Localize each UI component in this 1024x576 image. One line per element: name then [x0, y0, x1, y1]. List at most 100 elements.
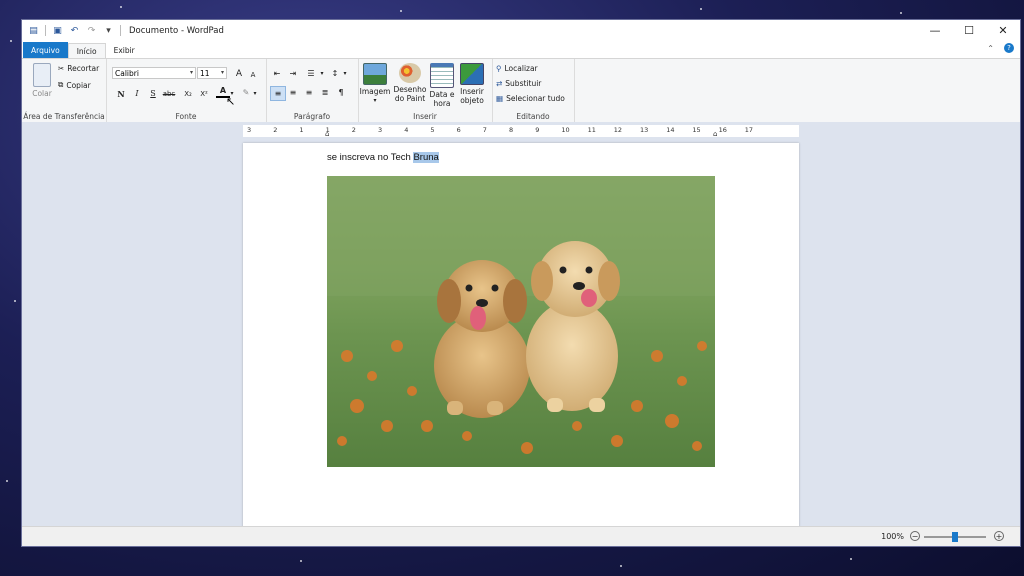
redo-icon[interactable]: ↷ [86, 25, 97, 36]
decrease-indent-icon[interactable]: ⇤ [270, 67, 284, 80]
wordpad-window: ▤ ▣ ↶ ↷ ▾ Documento - WordPad — ☐ ✕ Arqu… [22, 20, 1020, 546]
ruler-tick-label: 1 [325, 126, 330, 134]
bullet-list-icon[interactable]: ☰ [304, 67, 318, 80]
underline-button[interactable]: S [146, 87, 160, 100]
cut-button[interactable]: ✂ Recortar [58, 64, 99, 73]
ruler-tick-label: 6 [456, 126, 461, 134]
insert-group-label: Inserir [413, 112, 437, 121]
document-text: se inscreva no Tech [327, 152, 414, 163]
insert-object-label: Inserir objeto [460, 87, 484, 105]
image-icon [363, 63, 387, 85]
replace-button[interactable]: ⇄ Substituir [496, 79, 541, 88]
align-right-icon[interactable]: ≡ [302, 86, 316, 99]
select-all-button[interactable]: ▦ Selecionar tudo [496, 94, 565, 103]
ruler-tick-label: 11 [587, 126, 596, 134]
font-family-select[interactable]: Calibri ▾ [112, 67, 196, 79]
chevron-down-icon: ▾ [189, 69, 193, 76]
zoom-in-button[interactable]: + [994, 531, 1004, 541]
find-button[interactable]: ⚲ Localizar [496, 64, 538, 73]
editing-group: ⚲ Localizar ⇄ Substituir ▦ Selecionar tudo … [492, 59, 575, 123]
help-icon[interactable]: ? [1004, 43, 1014, 53]
ruler[interactable]: ⌂ ⌂ 3 2 1 1 2 3 4 5 6 7 8 9 10 11 12 13 14 15 16 17 [243, 125, 799, 138]
close-button[interactable]: ✕ [986, 20, 1020, 41]
font-group: Calibri ▾ 11 ▾ A A N I S abc X₂ X² A ▾ ✎ ▾… [106, 59, 267, 123]
ruler-tick-label: 16 [718, 126, 727, 134]
copy-button[interactable]: ⧉ Copiar [58, 80, 91, 90]
divider [120, 25, 121, 36]
bold-button[interactable]: N [114, 87, 128, 100]
paste-label: Colar [32, 89, 52, 98]
tab-file[interactable]: Arquivo [23, 42, 68, 58]
superscript-button[interactable]: X² [197, 87, 211, 100]
highlight-dropdown[interactable]: ▾ [251, 87, 259, 100]
font-group-label: Fonte [175, 112, 197, 121]
ruler-tick-label: 1 [299, 126, 304, 134]
editing-group-label: Editando [516, 112, 550, 121]
paragraph-settings-icon[interactable]: ¶ [334, 86, 348, 99]
insert-object-button[interactable]: Inserir objeto [456, 63, 488, 105]
wordpad-app-icon[interactable]: ▤ [28, 25, 39, 36]
bullet-list-dropdown[interactable]: ▾ [318, 67, 326, 80]
zoom-slider-thumb[interactable] [952, 532, 958, 542]
ruler-tick-label: 2 [273, 126, 278, 134]
ruler-tick-label: 15 [692, 126, 701, 134]
strikethrough-button[interactable]: abc [162, 87, 176, 100]
inserted-image-puppies[interactable] [327, 176, 715, 467]
ruler-tick-label: 8 [509, 126, 514, 134]
insert-image-button[interactable]: Imagem ▾ [360, 63, 390, 105]
increase-indent-icon[interactable]: ⇥ [286, 67, 300, 80]
italic-button[interactable]: I [130, 87, 144, 100]
select-all-label: Selecionar tudo [506, 94, 565, 103]
selected-text: Bruna [413, 152, 439, 163]
insert-image-label: Imagem [359, 87, 391, 96]
justify-icon[interactable]: ≣ [318, 86, 332, 99]
document-page[interactable]: se inscreva no Tech Bruna [243, 143, 799, 533]
clipboard-group: Colar ✂ Recortar ⧉ Copiar Área de Transfer… [22, 59, 107, 123]
ruler-tick-label: 9 [535, 126, 540, 134]
puppies-photo-drawing [327, 176, 715, 454]
paint-drawing-button[interactable]: Desenho do Paint [392, 63, 428, 103]
binoculars-icon: ⚲ [496, 64, 502, 73]
chevron-down-icon: ▾ [373, 97, 377, 104]
right-indent-marker[interactable]: ⌂ [713, 130, 717, 138]
ribbon-options: ⌃ ? [987, 43, 1014, 53]
zoom-slider[interactable] [924, 532, 986, 542]
font-size-select[interactable]: 11 ▾ [197, 67, 227, 79]
collapse-ribbon-icon[interactable]: ⌃ [987, 44, 994, 53]
ruler-tick-label: 13 [640, 126, 649, 134]
customize-toolbar-icon[interactable]: ▾ [103, 25, 114, 36]
undo-icon[interactable]: ↶ [69, 25, 80, 36]
maximize-button[interactable]: ☐ [952, 20, 986, 41]
tab-view[interactable]: Exibir [106, 43, 143, 58]
tab-home[interactable]: Início [67, 43, 106, 58]
minimize-button[interactable]: — [918, 20, 952, 41]
zoom-out-button[interactable]: − [910, 531, 920, 541]
line-spacing-icon[interactable]: ↕ [328, 67, 342, 80]
cut-label: Recortar [67, 64, 100, 73]
ruler-tick-label: 5 [430, 126, 435, 134]
align-left-icon[interactable]: ≡ [270, 86, 286, 101]
document-area[interactable]: ⌂ ⌂ 3 2 1 1 2 3 4 5 6 7 8 9 10 11 12 13 14 15 16 17 se insc… [22, 122, 1020, 533]
paste-button[interactable]: Colar [28, 63, 56, 98]
calendar-clock-icon [430, 63, 454, 88]
subscript-button[interactable]: X₂ [181, 87, 195, 100]
line-spacing-dropdown[interactable]: ▾ [341, 67, 349, 80]
date-time-button[interactable]: Data e hora [428, 63, 456, 108]
clipboard-group-label: Área de Transferência [23, 112, 105, 121]
save-icon[interactable]: ▣ [52, 25, 63, 36]
ribbon-tabs: Arquivo Início Exibir ⌃ ? [22, 41, 1020, 58]
ruler-tick-label: 10 [561, 126, 570, 134]
ruler-tick-label: 2 [351, 126, 356, 134]
select-all-icon: ▦ [496, 94, 504, 103]
scissors-icon: ✂ [58, 64, 65, 73]
grow-font-button[interactable]: A [232, 67, 246, 80]
status-bar: 100% − + [22, 526, 1020, 546]
align-center-icon[interactable]: ≡ [286, 86, 300, 99]
copy-label: Copiar [66, 80, 91, 90]
insert-group: Imagem ▾ Desenho do Paint Data e hora In… [358, 59, 493, 123]
shrink-font-button[interactable]: A [246, 68, 260, 81]
font-family-value: Calibri [115, 68, 139, 78]
ruler-tick-label: 14 [666, 126, 675, 134]
ruler-tick-label: 17 [744, 126, 754, 134]
document-text-line[interactable]: se inscreva no Tech Bruna [327, 152, 439, 163]
